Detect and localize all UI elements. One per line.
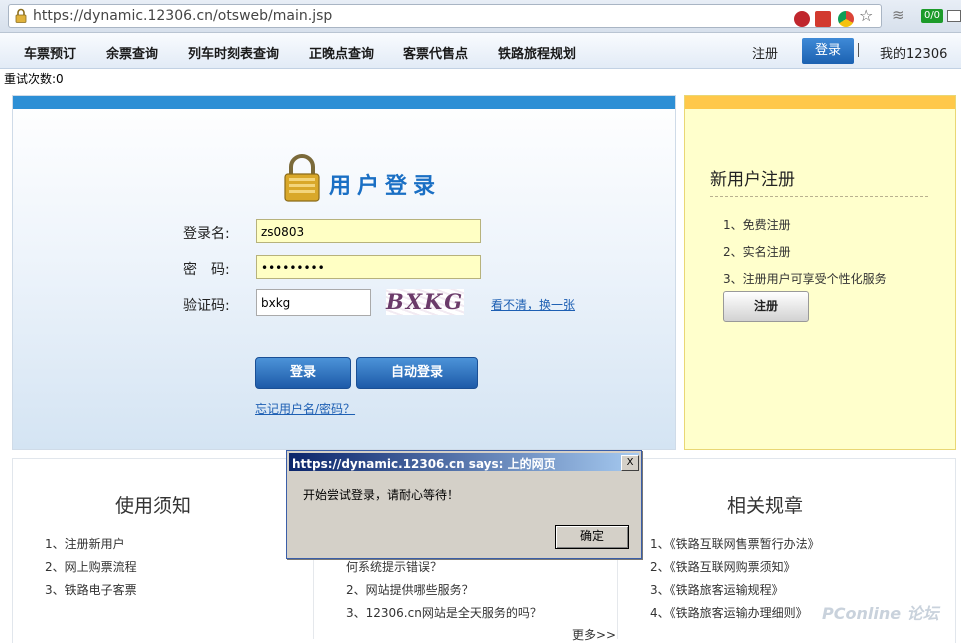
register-divider <box>710 196 928 197</box>
register-panel: 新用户注册 1、免费注册 2、实名注册 3、注册用户可享受个性化服务 注册 <box>684 95 956 450</box>
nav-register-link[interactable]: 注册 <box>752 43 778 62</box>
dialog-titlebar[interactable]: https://dynamic.12306.cn says: 上的网页 X <box>289 453 639 471</box>
faq-link[interactable]: 2、网站提供哪些服务？ <box>346 581 474 598</box>
captcha-field[interactable]: bxkg <box>256 289 371 316</box>
address-bar[interactable]: https://dynamic.12306.cn/otsweb/main.jsp… <box>8 4 882 28</box>
refresh-captcha-link[interactable]: 看不清，换一张 <box>491 296 575 313</box>
login-panel-topbar <box>13 96 675 109</box>
usage-title: 使用须知 <box>115 495 192 517</box>
padlock-icon <box>284 154 320 202</box>
username-field[interactable]: zs0803 <box>256 219 481 243</box>
usage-link[interactable]: 3、铁路电子客票 <box>45 581 137 598</box>
register-button[interactable]: 注册 <box>723 291 809 322</box>
stop-icon[interactable] <box>794 11 810 27</box>
nav-trip-planner[interactable]: 铁路旅程规划 <box>498 43 576 62</box>
nav-timetable[interactable]: 列车时刻表查询 <box>188 43 279 62</box>
browser-toolbar: https://dynamic.12306.cn/otsweb/main.jsp… <box>0 0 961 33</box>
register-benefit: 3、注册用户可享受个性化服务 <box>723 272 887 286</box>
login-panel: 用户登录 登录名: zs0803 密 码: ••••••••• 验证码: bxk… <box>12 95 676 450</box>
nav-remaining-tickets[interactable]: 余票查询 <box>106 43 158 62</box>
chrome-icon[interactable] <box>838 11 854 27</box>
regulations-title: 相关规章 <box>727 495 804 517</box>
captcha-label: 验证码: <box>183 298 230 314</box>
forgot-password-link[interactable]: 忘记用户名/密码？ <box>255 400 355 417</box>
password-field[interactable]: ••••••••• <box>256 255 481 279</box>
dialog-title: https://dynamic.12306.cn says: 上的网页 <box>292 457 556 471</box>
faq-link[interactable]: 何系统提示错误？ <box>346 558 442 575</box>
regulation-link[interactable]: 4、《铁路旅客运输办理细则》 <box>650 604 808 621</box>
nav-agents[interactable]: 客票代售点 <box>403 43 468 62</box>
url-text: https://dynamic.12306.cn/otsweb/main.jsp <box>33 8 333 24</box>
mail-icon[interactable] <box>947 10 961 22</box>
login-button[interactable]: 登录 <box>255 357 351 389</box>
usage-link[interactable]: 2、网上购票流程 <box>45 558 137 575</box>
password-label: 密 码: <box>183 262 230 278</box>
usage-link[interactable]: 1、注册新用户 <box>45 535 125 552</box>
extension-badge[interactable]: 0/0 <box>921 9 943 23</box>
main-nav: 车票预订 余票查询 列车时刻表查询 正晚点查询 客票代售点 铁路旅程规划 注册 … <box>0 33 961 69</box>
alert-dialog: https://dynamic.12306.cn says: 上的网页 X 开始… <box>286 450 642 559</box>
nav-divider <box>858 43 859 57</box>
auto-login-button[interactable]: 自动登录 <box>356 357 478 389</box>
extension-icon[interactable] <box>815 11 831 27</box>
regulation-link[interactable]: 1、《铁路互联网售票暂行办法》 <box>650 535 820 552</box>
retry-counter: 重试次数:0 <box>4 72 64 86</box>
nav-login-button[interactable]: 登录 <box>802 38 854 64</box>
nav-punctuality[interactable]: 正晚点查询 <box>309 43 374 62</box>
username-label: 登录名: <box>183 226 230 242</box>
register-benefit: 2、实名注册 <box>723 245 791 259</box>
close-icon[interactable]: X <box>621 455 639 471</box>
more-link[interactable]: 更多>> <box>572 626 616 643</box>
regulation-link[interactable]: 2、《铁路互联网购票须知》 <box>650 558 796 575</box>
register-benefit: 1、免费注册 <box>723 218 791 232</box>
regulation-link[interactable]: 3、《铁路旅客运输规程》 <box>650 581 784 598</box>
nav-my12306-link[interactable]: 我的12306 <box>880 43 947 62</box>
register-title: 新用户注册 <box>710 170 795 190</box>
dialog-ok-button[interactable]: 确定 <box>555 525 629 549</box>
login-title: 用户登录 <box>329 174 442 199</box>
captcha-image[interactable]: BXKG <box>386 289 464 315</box>
star-icon[interactable]: ☆ <box>859 6 873 25</box>
watermark-logo: PConline 论坛 <box>822 604 939 623</box>
nav-ticket-booking[interactable]: 车票预订 <box>24 43 76 62</box>
register-panel-topbar <box>685 96 955 109</box>
lock-icon <box>15 8 27 23</box>
faq-link[interactable]: 3、12306.cn网站是全天服务的吗？ <box>346 604 542 621</box>
dialog-message: 开始尝试登录，请耐心等待！ <box>303 488 460 502</box>
wifi-icon[interactable]: ≋ <box>892 6 905 24</box>
